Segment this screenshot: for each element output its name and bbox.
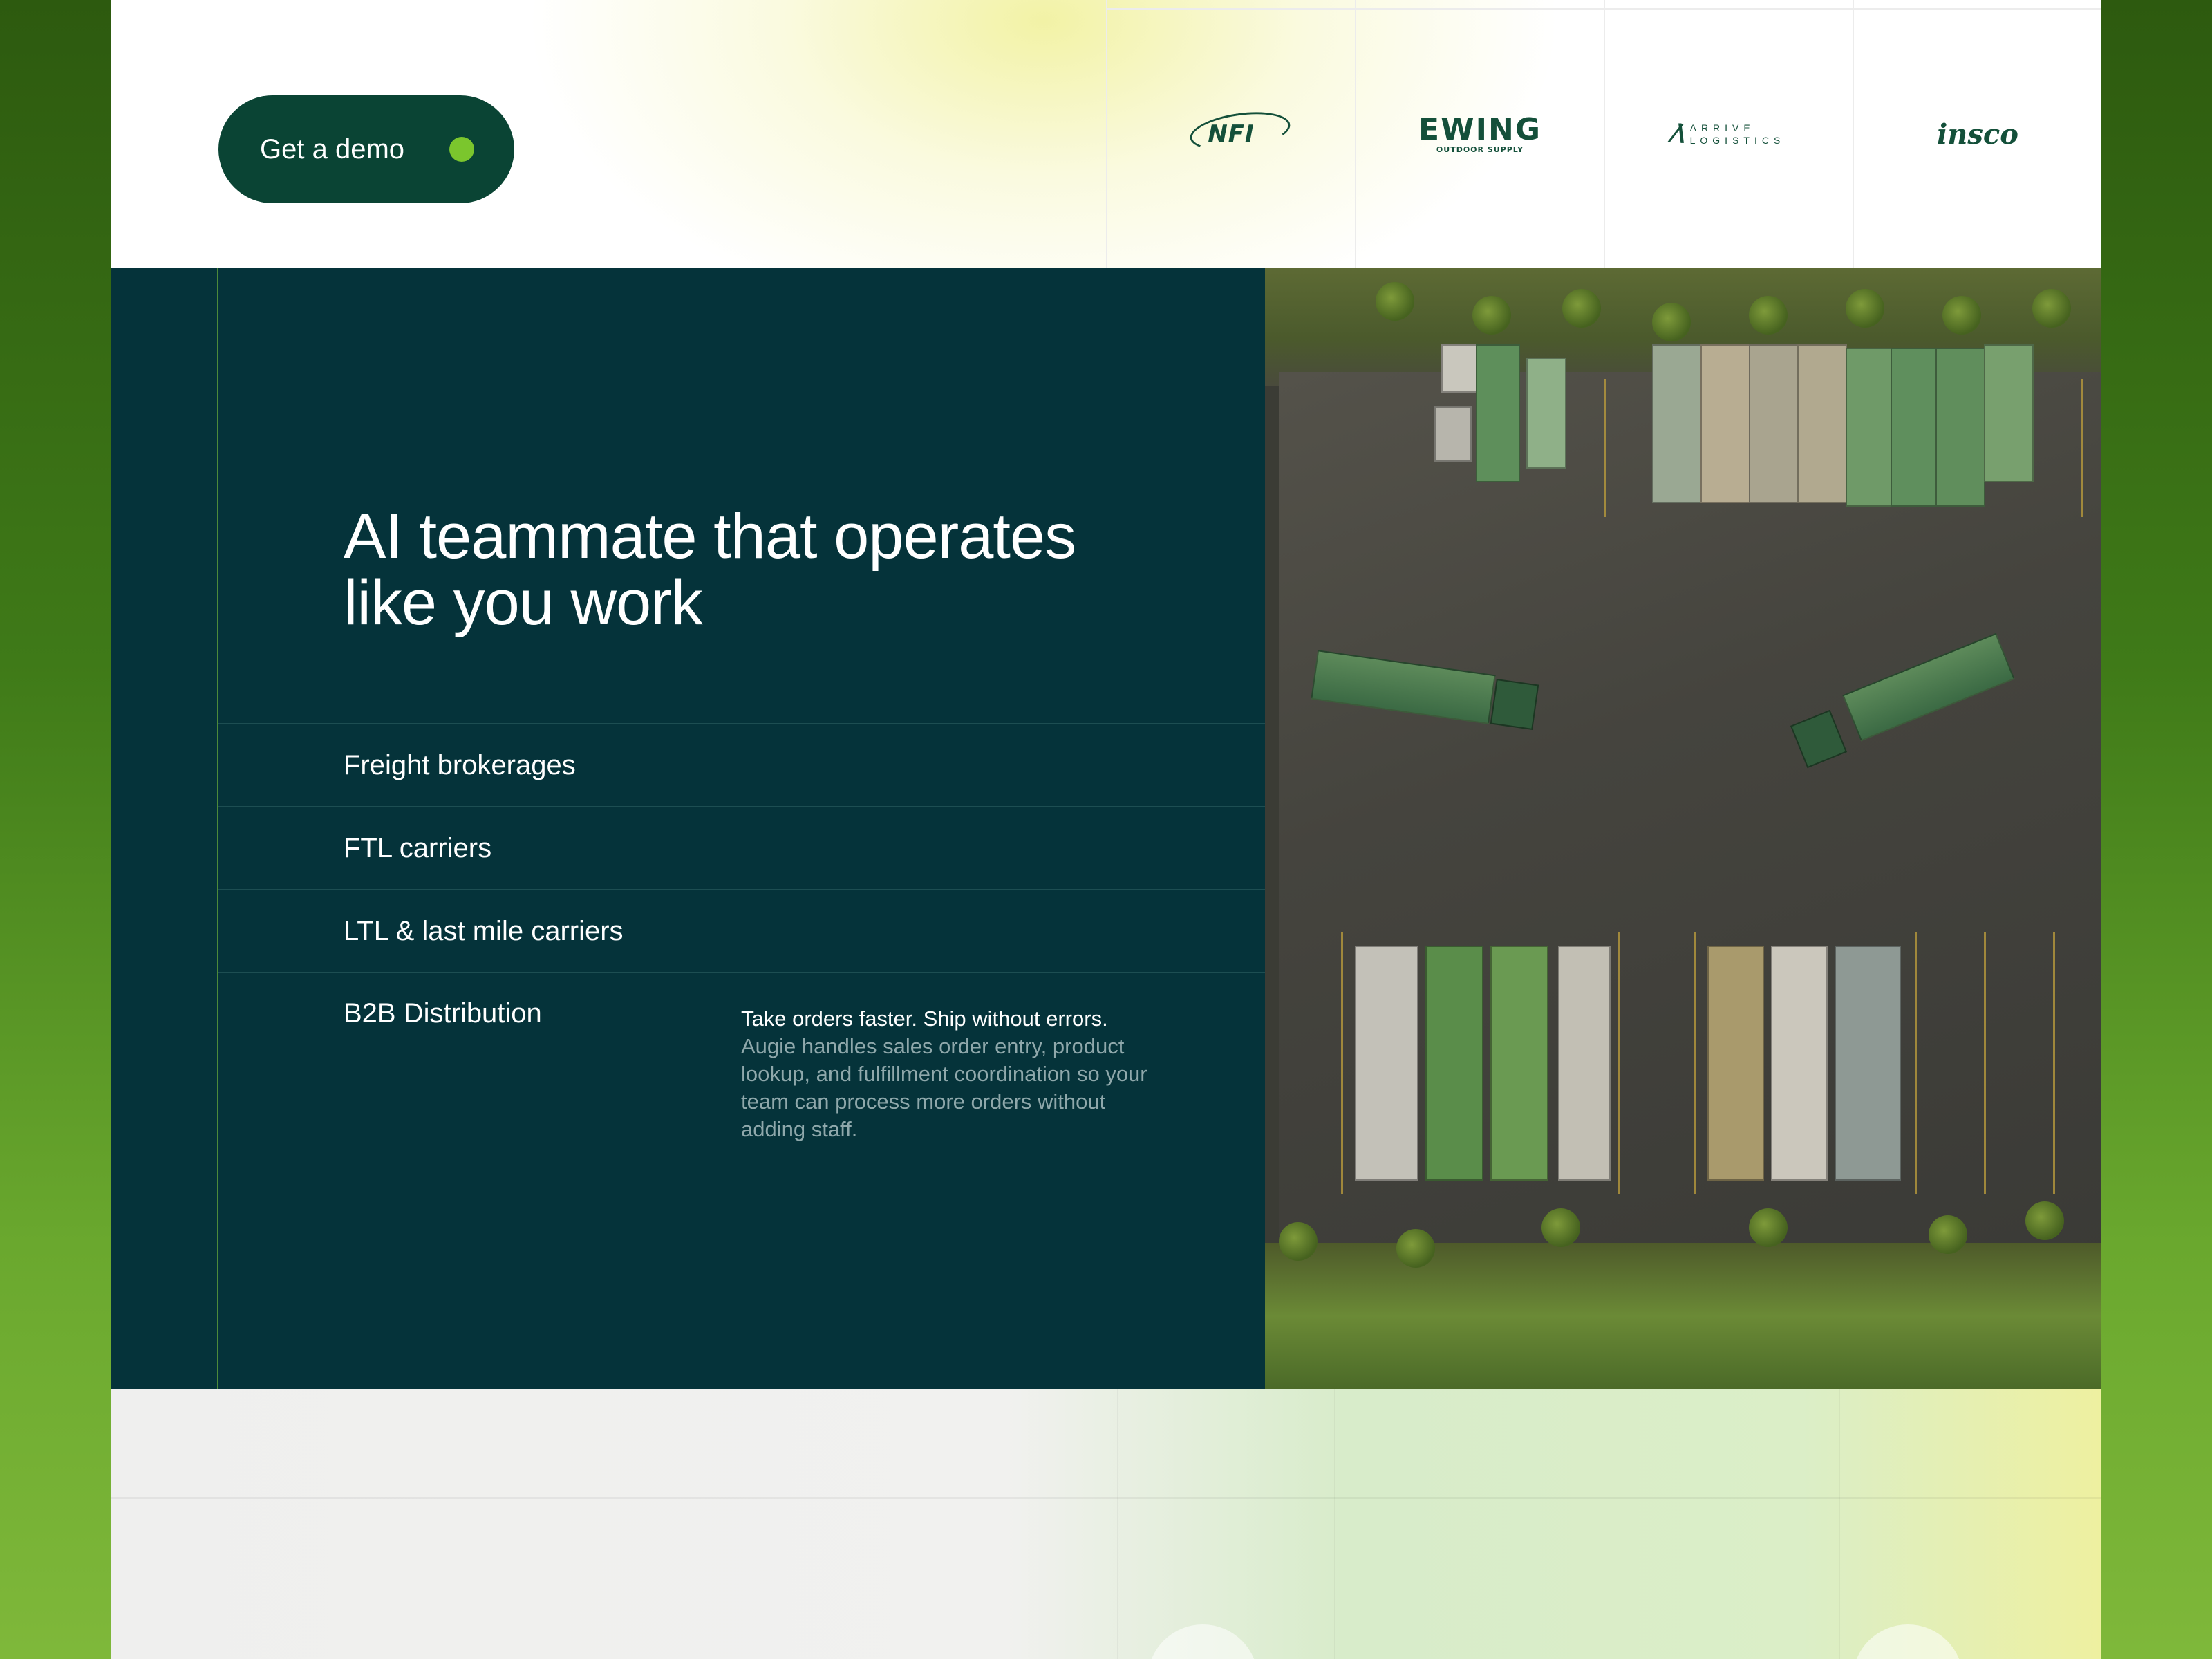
logo-cell-nfi: NFI bbox=[1106, 0, 1355, 268]
hero-photo bbox=[1265, 268, 2101, 1389]
hero-title: AI teammate that operates like you work bbox=[344, 501, 1076, 638]
ewing-logo: EWING OUTDOOR SUPPLY bbox=[1418, 111, 1541, 154]
get-demo-button[interactable]: Get a demo bbox=[218, 95, 514, 203]
customer-logos: NFI EWING OUTDOOR SUPPLY ⁄\ ARRIVE LOGIS… bbox=[1106, 0, 2101, 268]
segment-description-lead: Take orders faster. Ship without errors. bbox=[741, 1006, 1108, 1031]
insco-logo: insco bbox=[1937, 118, 2018, 151]
nfi-logo: NFI bbox=[1188, 106, 1293, 156]
get-demo-label: Get a demo bbox=[260, 133, 405, 165]
status-dot-icon bbox=[449, 137, 474, 162]
header: Get a demo NFI EWING OUTDOOR SUPPLY ⁄\ A… bbox=[111, 0, 2101, 268]
arrive-logistics-logo: ⁄\ ARRIVE LOGISTICS bbox=[1672, 119, 1785, 149]
logo-cell-arrive: ⁄\ ARRIVE LOGISTICS bbox=[1604, 0, 1853, 268]
logo-cell-ewing: EWING OUTDOOR SUPPLY bbox=[1355, 0, 1604, 268]
segment-description-body: Augie handles sales order entry, product… bbox=[741, 1034, 1147, 1141]
segment-freight-brokerages[interactable]: Freight brokerages bbox=[218, 723, 1265, 806]
segment-description: Take orders faster. Ship without errors.… bbox=[741, 1005, 1149, 1143]
segment-ftl-carriers[interactable]: FTL carriers bbox=[218, 806, 1265, 889]
logo-cell-insco: insco bbox=[1853, 0, 2101, 268]
hero-section: AI teammate that operates like you work … bbox=[111, 268, 2101, 1389]
segment-ltl-last-mile[interactable]: LTL & last mile carriers bbox=[218, 889, 1265, 972]
page: Get a demo NFI EWING OUTDOOR SUPPLY ⁄\ A… bbox=[111, 0, 2101, 1659]
next-section bbox=[111, 1389, 2101, 1659]
